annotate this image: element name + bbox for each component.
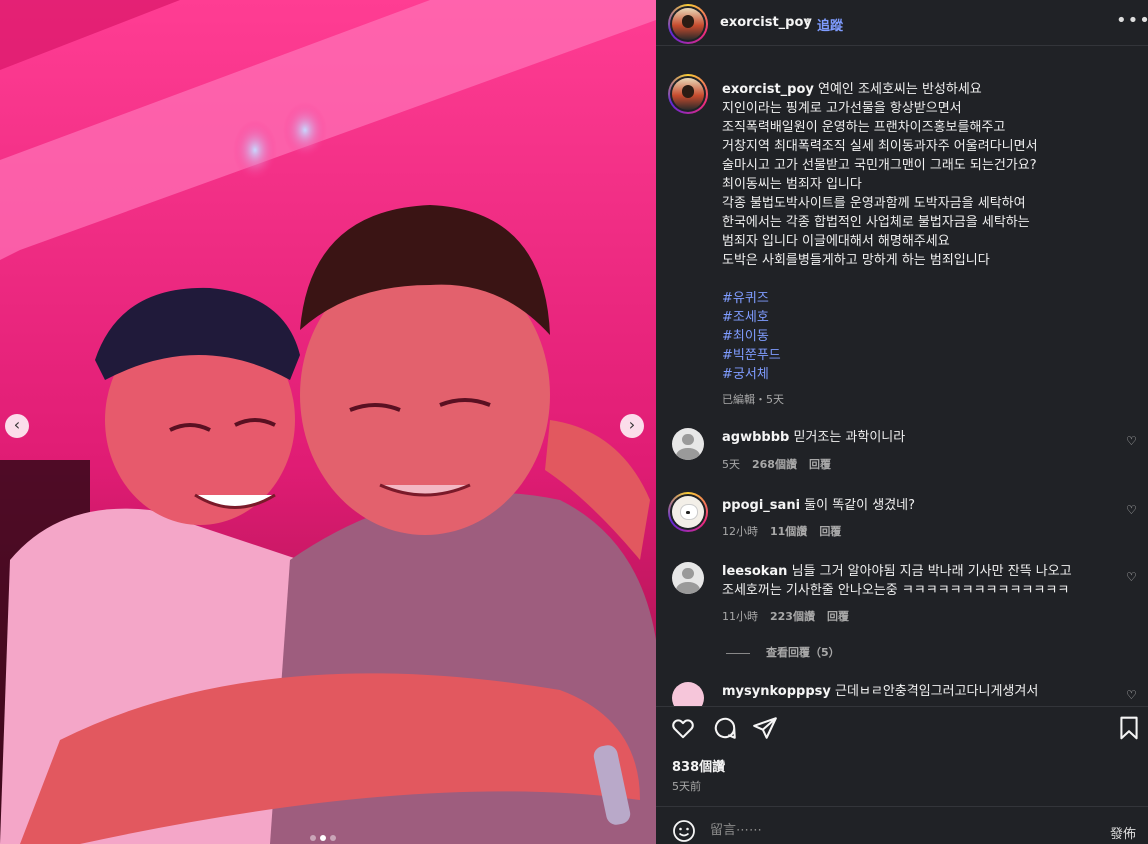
- follow-button[interactable]: 追蹤: [817, 15, 843, 34]
- caption-line: 한국에서는 각종 합법적인 사업체로 불법자금을 세탁하는: [722, 215, 1030, 230]
- caption-username[interactable]: exorcist_poy: [722, 82, 814, 97]
- comment-text: 둘이 똑같이 생겼네?: [804, 498, 916, 513]
- comment-text-continued: 조세호꺼는 기사한줄 안나오는중 ㅋㅋㅋㅋㅋㅋㅋㅋㅋㅋㅋㅋㅋㅋ: [722, 583, 1070, 598]
- caption-line: 각종 불법도박사이트를 운영과함께 도박자금을 세탁하여: [722, 196, 1026, 211]
- emoji-icon[interactable]: [672, 819, 696, 843]
- post-detail-panel: exorcist_poy • 追蹤 ••• exorcist_poy 연예인 조…: [656, 0, 1148, 844]
- post-date: 5天前: [672, 780, 701, 793]
- hashtag-link[interactable]: #궁서체: [722, 365, 1132, 384]
- post-header: exorcist_poy • 追蹤 •••: [656, 0, 1148, 46]
- caption-line: 범죄자 입니다 이글에대해서 해명해주세요: [722, 234, 950, 249]
- replies-divider: [726, 652, 750, 654]
- caption-line: 거창지역 최대폭력조직 실세 최이동과자주 어울려다니면서: [722, 139, 1038, 154]
- comment-likes[interactable]: 268個讚: [752, 456, 797, 472]
- hashtag-link[interactable]: #빅쭌푸드: [722, 346, 1132, 365]
- commenter-avatar[interactable]: [668, 492, 708, 532]
- like-comment-heart-icon[interactable]: ♡: [1126, 434, 1137, 448]
- caption-line: 도박은 사회를병들게하고 망하게 하는 범죄입니다: [722, 253, 990, 268]
- comment-age: 12小時: [722, 525, 758, 538]
- post-likes-count[interactable]: 838個讚: [672, 756, 725, 775]
- caption-line: 최이동씨는 범죄자 입니다: [722, 177, 862, 192]
- commenter-avatar[interactable]: [672, 562, 704, 594]
- carousel-dot-active: [320, 835, 326, 841]
- comment-text: 믿거조는 과학이니라: [793, 430, 906, 445]
- caption-meta: 已編輯・5天: [722, 393, 784, 406]
- previous-photo-button[interactable]: ‹: [5, 414, 29, 438]
- like-heart-icon[interactable]: [670, 715, 696, 741]
- commenter-username[interactable]: leesokan: [722, 564, 787, 579]
- reply-button[interactable]: 回覆: [809, 456, 831, 472]
- hashtag-link[interactable]: #유퀴즈: [722, 289, 1132, 308]
- commenter-avatar[interactable]: [672, 682, 704, 706]
- comment-likes[interactable]: 223個讚: [770, 608, 815, 624]
- photo-illustration: [0, 0, 656, 844]
- carousel-dot: [310, 835, 316, 841]
- author-avatar[interactable]: [668, 4, 708, 44]
- commenter-username[interactable]: agwbbbb: [722, 430, 789, 445]
- carousel-indicator: [310, 835, 336, 841]
- like-comment-heart-icon[interactable]: ♡: [1126, 688, 1137, 702]
- more-options-icon[interactable]: •••: [1116, 10, 1148, 31]
- author-username[interactable]: exorcist_poy: [720, 15, 812, 30]
- reply-button[interactable]: 回覆: [819, 523, 841, 539]
- comment-text: 근데ㅂㄹ안충격임그러고다니게생겨서: [834, 684, 1039, 699]
- commenter-avatar[interactable]: [672, 428, 704, 460]
- comment-bubble-icon[interactable]: [712, 715, 738, 741]
- reply-button[interactable]: 回覆: [827, 608, 849, 624]
- post-photo: ‹ ›: [0, 0, 656, 844]
- commenter-username[interactable]: mysynkopppsy: [722, 684, 831, 699]
- save-bookmark-icon[interactable]: [1116, 715, 1142, 741]
- caption-line: 지인이라는 핑계로 고가선물을 항상받으면서: [722, 101, 962, 116]
- comment-text: 님들 그거 알아야됨 지금 박나래 기사만 잔뜩 나오고: [791, 564, 1072, 579]
- hashtag-link[interactable]: #최이동: [722, 327, 1132, 346]
- like-comment-heart-icon[interactable]: ♡: [1126, 570, 1137, 584]
- comment-age: 11小時: [722, 610, 758, 623]
- comment-input[interactable]: [710, 817, 1080, 843]
- caption-author-avatar[interactable]: [668, 74, 708, 114]
- view-replies-label[interactable]: 查看回覆（5）: [766, 646, 840, 659]
- comment-item: mysynkopppsy 근데ㅂㄹ안충격임그러고다니게생겨서 ♡: [656, 682, 1148, 706]
- post-actions: 838個讚 5天前: [656, 706, 1148, 806]
- caption-line: 술마시고 고가 선물받고 국민개그맨이 그래도 되는건가요?: [722, 158, 1037, 173]
- post-caption: exorcist_poy 연예인 조세호씨는 반성하세요 지인이라는 핑계로 고…: [722, 80, 1132, 409]
- caption-line: 조직폭력배일원이 운영하는 프랜차이즈홍보를해주고: [722, 120, 1006, 135]
- caption-line: 연예인 조세호씨는 반성하세요: [818, 82, 982, 97]
- comment-item: leesokan 님들 그거 알아야됨 지금 박나래 기사만 잔뜩 나오고조세호…: [656, 562, 1148, 632]
- like-comment-heart-icon[interactable]: ♡: [1126, 503, 1137, 517]
- share-send-icon[interactable]: [752, 715, 778, 741]
- next-photo-button[interactable]: ›: [620, 414, 644, 438]
- commenter-username[interactable]: ppogi_sani: [722, 498, 800, 513]
- view-replies-button[interactable]: 查看回覆（5）: [726, 644, 840, 660]
- post-comment-button[interactable]: 發佈: [1110, 823, 1136, 842]
- comment-composer: 發佈: [656, 806, 1148, 844]
- carousel-dot: [330, 835, 336, 841]
- comment-age: 5天: [722, 458, 740, 471]
- comment-item: ppogi_sani 둘이 똑같이 생겼네? 12小時 11個讚 回覆 ♡: [656, 492, 1148, 542]
- comment-likes[interactable]: 11個讚: [770, 523, 807, 539]
- hashtag-link[interactable]: #조세호: [722, 308, 1132, 327]
- separator-dot: •: [804, 14, 812, 29]
- comment-item: agwbbbb 믿거조는 과학이니라 5天 268個讚 回覆 ♡: [656, 426, 1148, 476]
